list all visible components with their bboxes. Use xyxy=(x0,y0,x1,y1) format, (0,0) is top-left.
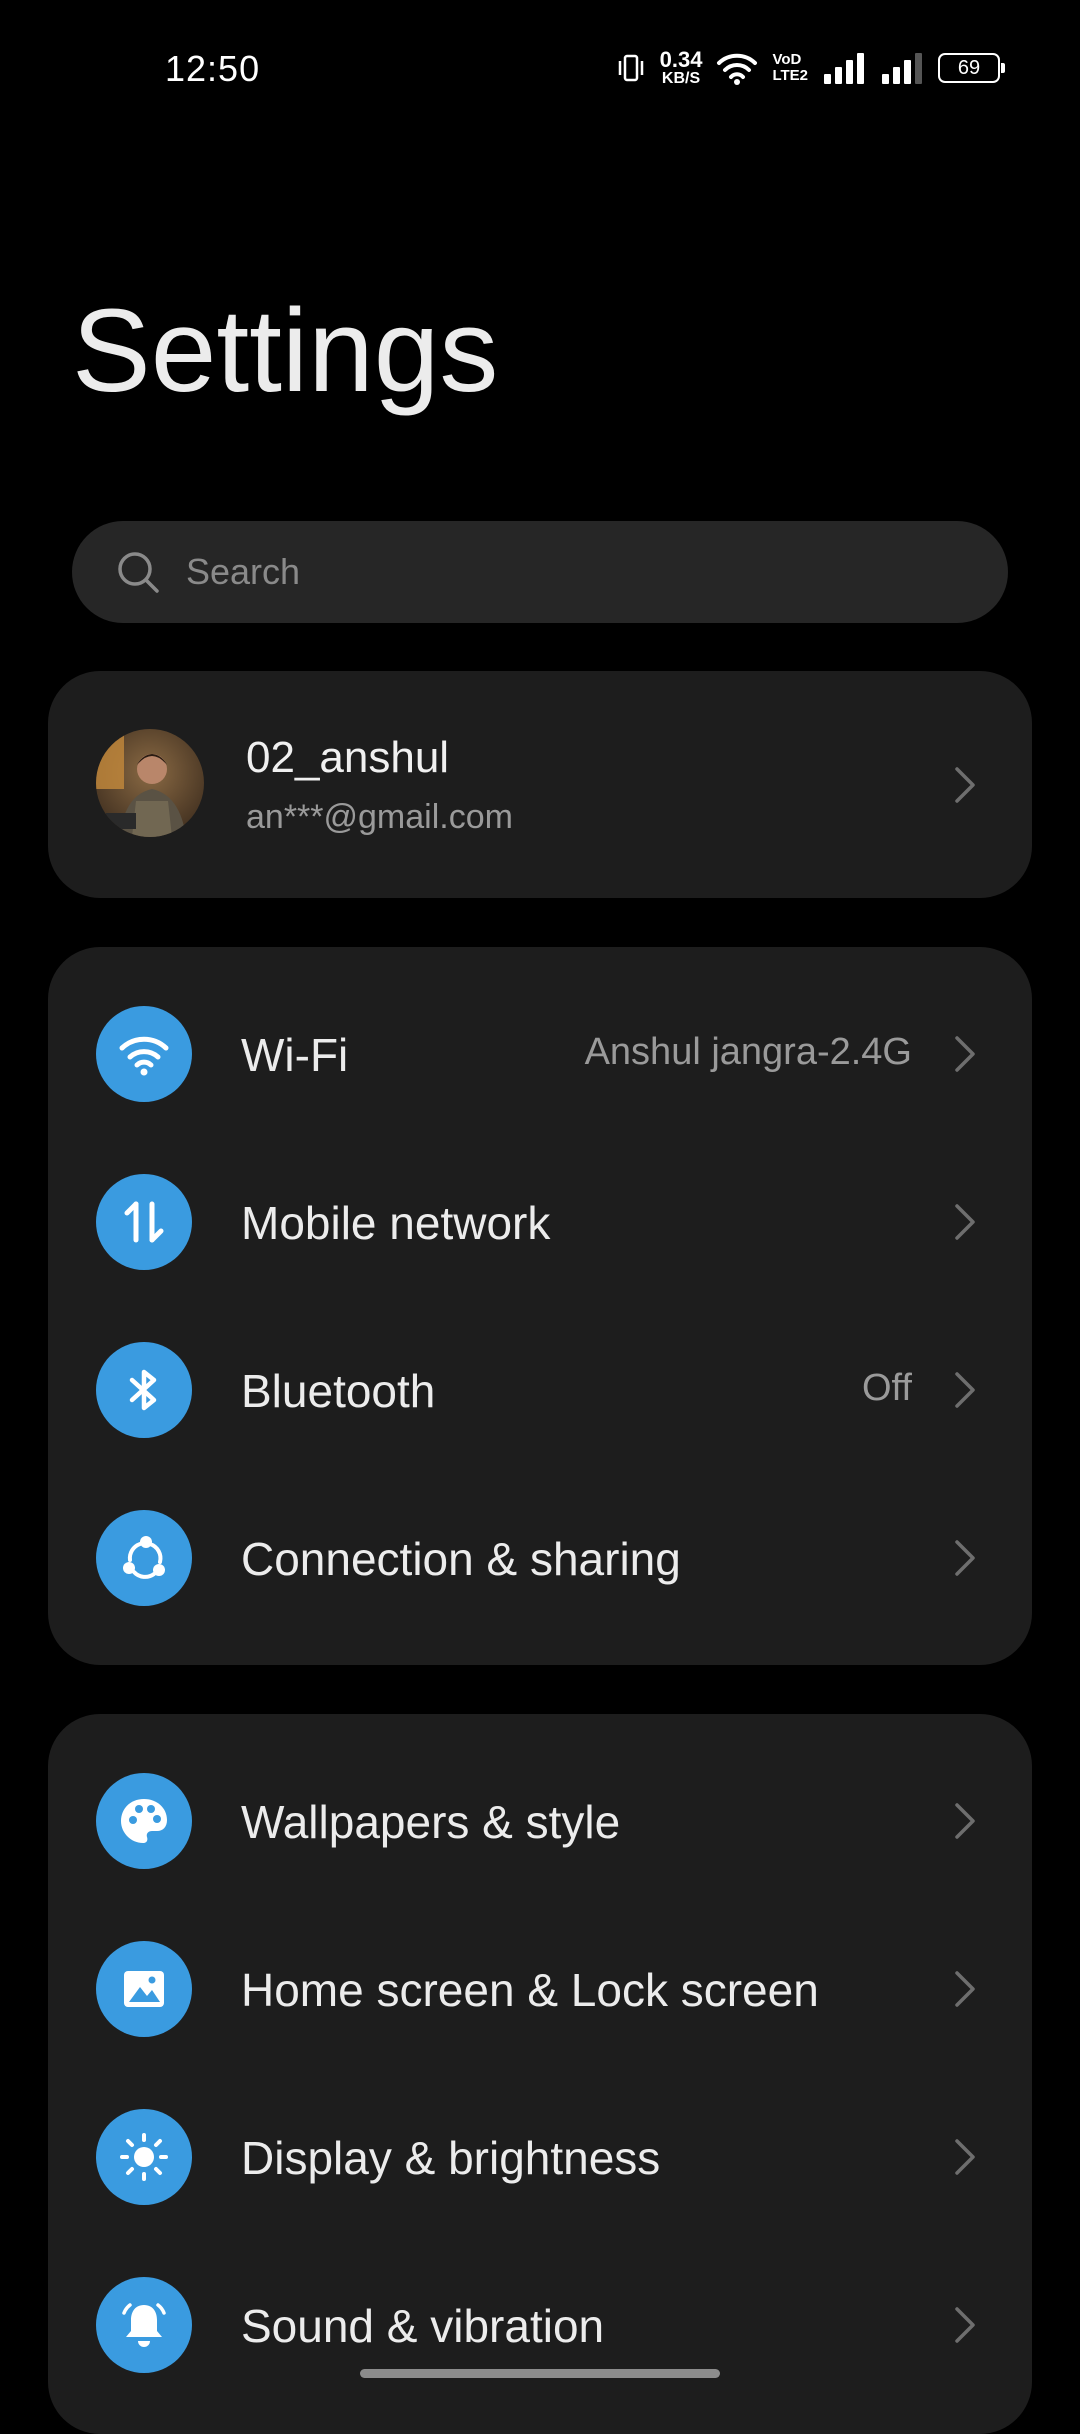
settings-row-mobile-network[interactable]: Mobile network xyxy=(48,1138,1032,1306)
settings-row-label: Connection & sharing xyxy=(241,1533,681,1585)
chevron-right-icon xyxy=(955,1971,975,2007)
settings-row-label: Sound & vibration xyxy=(241,2300,605,2352)
settings-row-bluetooth[interactable]: Bluetooth Off xyxy=(48,1306,1032,1474)
image-icon xyxy=(96,1941,192,2037)
network-speed-value: 0.34 xyxy=(659,47,703,72)
settings-row-value: Anshul jangra-2.4G xyxy=(584,1031,912,1073)
settings-row-label: Display & brightness xyxy=(241,2132,661,2184)
brightness-icon xyxy=(96,2109,192,2205)
bluetooth-icon xyxy=(96,1342,192,1438)
mobile-data-icon xyxy=(96,1174,192,1270)
settings-row-label: Mobile network xyxy=(241,1197,551,1249)
settings-row-display-brightness[interactable]: Display & brightness xyxy=(48,2073,1032,2241)
search-input[interactable] xyxy=(184,550,948,594)
settings-row-wallpapers-style[interactable]: Wallpapers & style xyxy=(48,1737,1032,1905)
bell-icon xyxy=(96,2277,192,2373)
search-bar[interactable] xyxy=(72,521,1008,623)
account-name: 02_anshul xyxy=(246,733,450,782)
settings-row-connection-sharing[interactable]: Connection & sharing xyxy=(48,1474,1032,1642)
status-icons: 0.34 KB/S VoD LTE2 69 xyxy=(616,46,1005,90)
page-title: Settings xyxy=(72,285,499,417)
settings-row-wifi[interactable]: Wi-Fi Anshul jangra-2.4G xyxy=(48,970,1032,1138)
signal-sim1-icon xyxy=(824,53,864,84)
home-indicator[interactable] xyxy=(360,2369,720,2378)
settings-row-label: Wi-Fi xyxy=(241,1029,349,1081)
wifi-status-icon xyxy=(717,53,758,85)
connectivity-card: Wi-Fi Anshul jangra-2.4G Mobile network … xyxy=(48,947,1032,1665)
settings-row-sound-vibration[interactable]: Sound & vibration xyxy=(48,2241,1032,2409)
volte-bottom: LTE2 xyxy=(772,67,808,84)
avatar xyxy=(96,729,204,837)
chevron-right-icon xyxy=(955,2307,975,2343)
battery-icon: 69 xyxy=(938,53,1005,83)
chevron-right-icon xyxy=(955,1803,975,1839)
personalization-card: Wallpapers & style Home screen & Lock sc… xyxy=(48,1714,1032,2434)
palette-icon xyxy=(96,1773,192,1869)
chevron-right-icon xyxy=(955,1372,975,1408)
vibrate-icon xyxy=(618,54,643,82)
chevron-right-icon xyxy=(955,1204,975,1240)
network-speed: 0.34 KB/S xyxy=(660,49,703,87)
settings-row-label: Wallpapers & style xyxy=(241,1796,621,1848)
status-time: 12:50 xyxy=(165,48,261,89)
chevron-right-icon xyxy=(955,1540,975,1576)
chevron-right-icon xyxy=(955,2139,975,2175)
volte-indicator: VoD LTE2 xyxy=(772,52,808,84)
account-row[interactable]: 02_anshul an***@gmail.com xyxy=(48,671,1032,898)
account-card[interactable]: 02_anshul an***@gmail.com xyxy=(48,671,1032,898)
search-icon xyxy=(118,552,159,593)
settings-row-home-lock-screen[interactable]: Home screen & Lock screen xyxy=(48,1905,1032,2073)
signal-sim2-icon xyxy=(882,53,922,84)
network-speed-unit: KB/S xyxy=(661,70,701,87)
settings-row-label: Bluetooth xyxy=(241,1365,436,1417)
battery-level: 69 xyxy=(957,56,981,79)
status-bar: 12:50 0.34 KB/S VoD LTE2 69 xyxy=(0,0,1080,140)
account-email: an***@gmail.com xyxy=(246,798,513,836)
wifi-icon xyxy=(96,1006,192,1102)
chevron-right-icon xyxy=(955,1036,975,1072)
settings-row-label: Home screen & Lock screen xyxy=(241,1964,819,2016)
share-icon xyxy=(96,1510,192,1606)
settings-row-value: Off xyxy=(862,1367,912,1409)
chevron-right-icon xyxy=(955,767,975,803)
volte-top: VoD xyxy=(772,51,802,69)
